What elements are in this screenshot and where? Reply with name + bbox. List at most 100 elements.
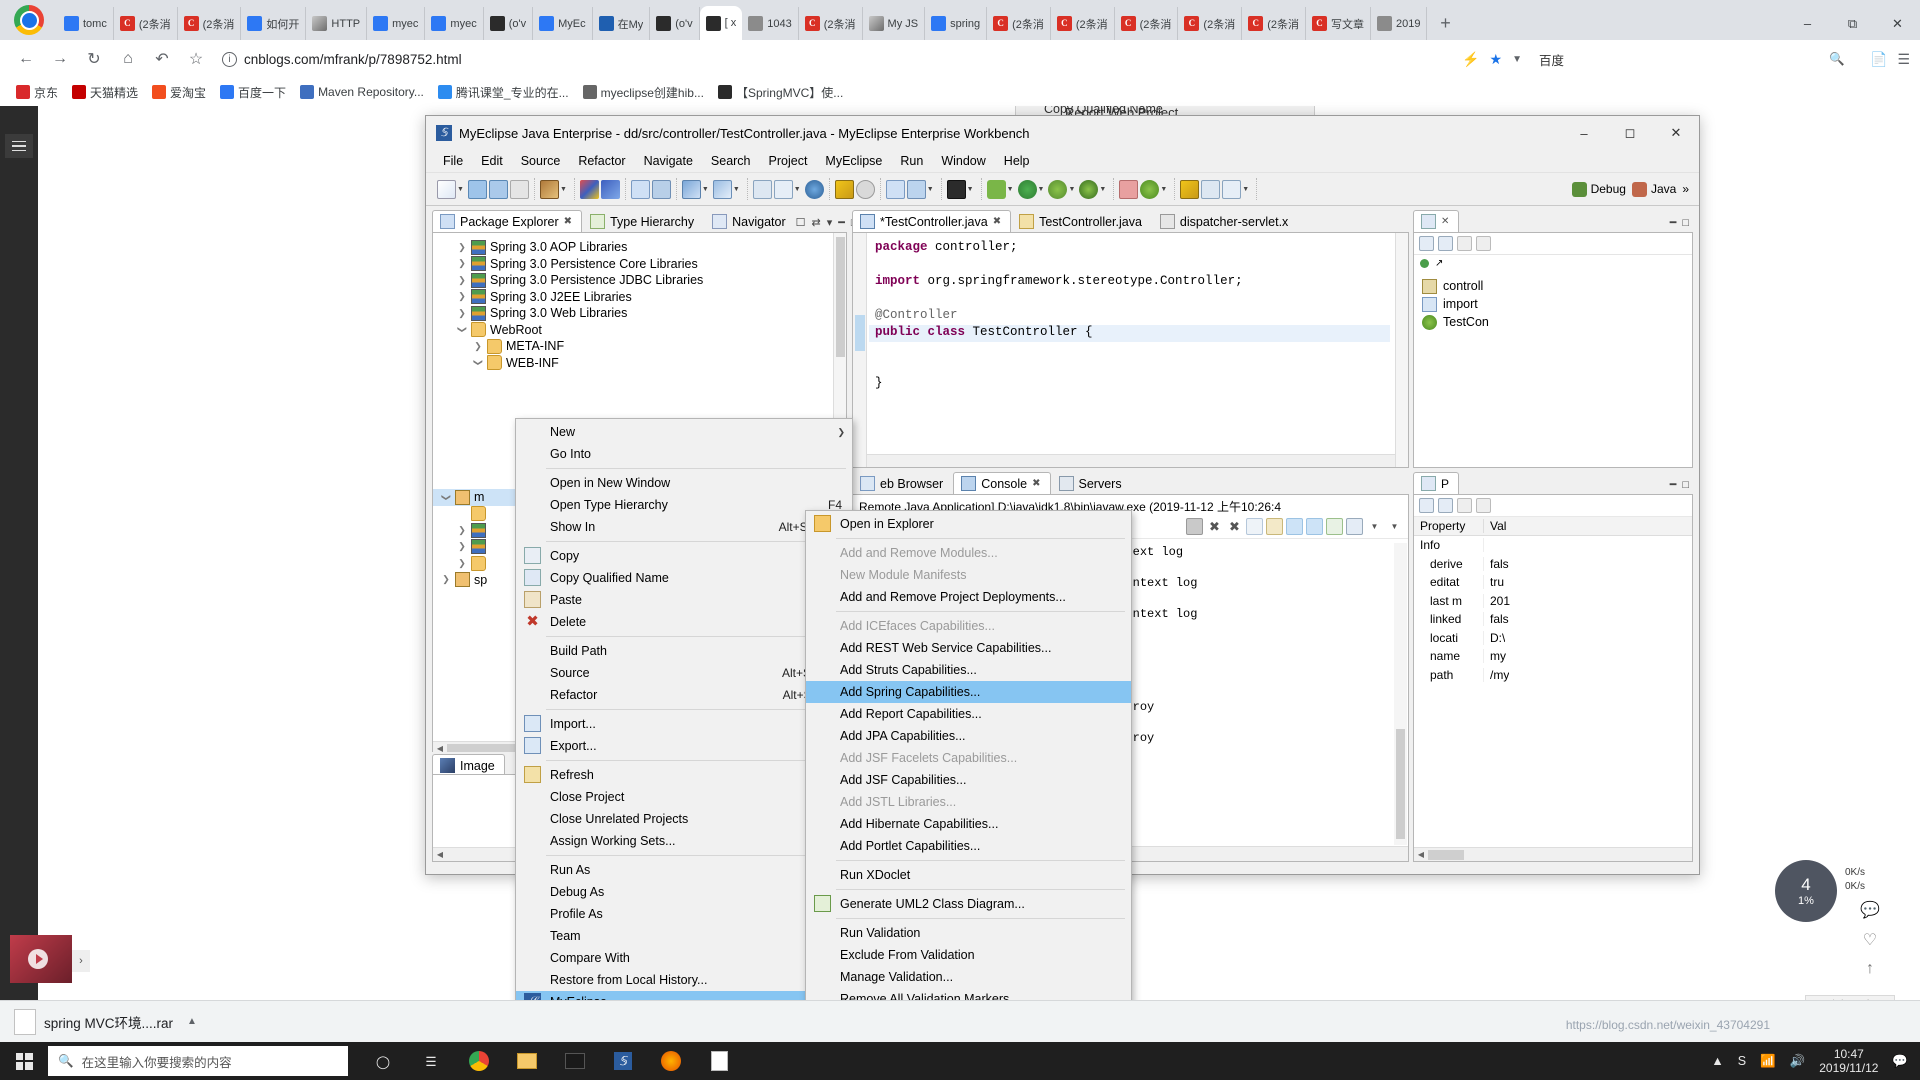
externaltools-icon[interactable] xyxy=(773,179,793,199)
close-button[interactable]: ✕ xyxy=(1875,7,1920,40)
tab-properties[interactable]: P xyxy=(1413,472,1460,494)
maximize-button[interactable]: ⧉ xyxy=(1830,7,1875,40)
run-history-icon[interactable] xyxy=(1048,179,1068,199)
open-type-dropdown-icon[interactable]: ▼ xyxy=(702,186,709,193)
menu-item-add-spring-capabilities[interactable]: Add Spring Capabilities... xyxy=(806,681,1131,703)
browser-tab[interactable]: C (2条消 xyxy=(1051,7,1115,40)
properties-minimize-icon[interactable]: ━ xyxy=(1670,478,1677,491)
eclipse-close-button[interactable]: ✕ xyxy=(1653,116,1699,150)
menu-item-add-rest-web-service-capabilities[interactable]: Add REST Web Service Capabilities... xyxy=(806,637,1131,659)
bookmark-item[interactable]: 天猫精选 xyxy=(66,82,144,103)
browser-tab[interactable]: myec xyxy=(367,7,426,40)
sort-icon[interactable] xyxy=(1419,236,1434,251)
pdf-icon[interactable]: 📄 xyxy=(1870,51,1887,68)
browser-menu-icon[interactable]: ☰ xyxy=(1897,51,1910,68)
tab-close-icon[interactable]: ✖ xyxy=(564,216,572,227)
menu-help[interactable]: Help xyxy=(995,152,1039,170)
menu-myeclipse[interactable]: MyEclipse xyxy=(816,152,891,170)
browser-tab[interactable]: 2019 xyxy=(1371,7,1428,40)
editor-horizontal-scrollbar[interactable] xyxy=(867,454,1395,467)
browser-tab[interactable]: C 写文章 xyxy=(1306,7,1371,40)
new-icon[interactable] xyxy=(437,179,456,199)
console-dropdown-icon[interactable]: ▼ xyxy=(1366,518,1383,535)
tab-close-icon[interactable]: ✖ xyxy=(993,216,1001,227)
menu-item-assign-working-sets[interactable]: Assign Working Sets... xyxy=(516,830,852,852)
properties-pin-icon[interactable] xyxy=(1476,498,1491,513)
menu-search[interactable]: Search xyxy=(702,152,760,170)
profile-dropdown-icon[interactable]: ▼ xyxy=(1099,186,1106,193)
menu-item-profile-as[interactable]: Profile As❯ xyxy=(516,903,852,925)
outline-maximize-icon[interactable]: □ xyxy=(1682,217,1689,229)
chevron-right-icon[interactable]: ❯ xyxy=(457,525,467,536)
search-box[interactable]: 百度 🔍 xyxy=(1524,46,1854,72)
browser-tab[interactable]: myec xyxy=(425,7,484,40)
chevron-down-icon[interactable]: ❯ xyxy=(441,492,452,502)
link-editor-icon[interactable]: ⇄ xyxy=(812,216,821,229)
bookmark-item[interactable]: 爱淘宝 xyxy=(146,82,212,103)
forward-icon[interactable]: → xyxy=(44,43,76,75)
browser-tab[interactable]: C (2条消 xyxy=(1242,7,1306,40)
chevron-down-icon[interactable]: ❯ xyxy=(473,358,484,368)
chevron-down-icon[interactable]: ▼ xyxy=(1512,54,1522,65)
browser-tab[interactable]: (o'v xyxy=(650,7,700,40)
tab-navigator[interactable]: Navigator xyxy=(704,210,796,232)
profile-icon[interactable] xyxy=(1079,179,1099,199)
refresh-run-dropdown-icon[interactable]: ▼ xyxy=(1160,186,1167,193)
properties-row[interactable]: last m 201 xyxy=(1414,592,1692,611)
chevron-right-icon[interactable]: ❯ xyxy=(441,574,451,585)
chevron-right-icon[interactable]: ❯ xyxy=(457,541,467,552)
menu-item-debug-as[interactable]: Debug As❯ xyxy=(516,881,852,903)
bookmark-item[interactable]: 腾讯课堂_专业的在... xyxy=(432,82,575,103)
record-icon[interactable] xyxy=(946,179,966,199)
open-resource-icon[interactable] xyxy=(1180,179,1200,199)
run-history-dropdown-icon[interactable]: ▼ xyxy=(1068,186,1075,193)
outline-close-icon[interactable]: ✕ xyxy=(1441,216,1449,227)
debug-icon[interactable] xyxy=(986,179,1006,199)
menu-run[interactable]: Run xyxy=(891,152,932,170)
menu-item-generate-uml2-class-diagram[interactable]: Generate UML2 Class Diagram... xyxy=(806,893,1131,915)
save-icon[interactable] xyxy=(467,179,487,199)
webapp-dropdown-icon[interactable]: ▼ xyxy=(927,186,934,193)
properties-row[interactable]: derive fals xyxy=(1414,555,1692,574)
chevron-right-icon[interactable]: ❯ xyxy=(457,242,467,253)
properties-filter-icon[interactable] xyxy=(1438,498,1453,513)
taskbar-search[interactable]: 🔍 在这里输入你要搜索的内容 xyxy=(48,1046,348,1076)
menu-item-go-into[interactable]: Go Into xyxy=(516,443,852,465)
menu-item-add-report-capabilities[interactable]: Add Report Capabilities... xyxy=(806,703,1131,725)
site-info-icon[interactable]: i xyxy=(222,51,237,67)
like-icon[interactable]: ♡ xyxy=(1863,930,1877,950)
menu-item-add-jsf-capabilities[interactable]: Add JSF Capabilities... xyxy=(806,769,1131,791)
browser-tab[interactable]: C (2条消 xyxy=(178,7,242,40)
properties-row[interactable]: path/my xyxy=(1414,666,1692,685)
menu-item-open-type-hierarchy[interactable]: Open Type Hierarchy F4 xyxy=(516,494,852,516)
properties-row[interactable]: linked fals xyxy=(1414,610,1692,629)
bookmark-item[interactable]: myeclipse创建hib... xyxy=(577,82,710,103)
ant-icon[interactable] xyxy=(1119,179,1139,199)
properties-sort-icon[interactable] xyxy=(1419,498,1434,513)
menu-item-compare-with[interactable]: Compare With❯ xyxy=(516,947,852,969)
properties-row[interactable]: locati D:\ xyxy=(1414,629,1692,648)
browser-tab[interactable]: MyEc xyxy=(533,7,593,40)
properties-row[interactable]: editat tru xyxy=(1414,573,1692,592)
browser-tab[interactable]: My JS xyxy=(863,7,926,40)
view-menu-icon[interactable]: ▾ xyxy=(827,216,833,229)
search-type-dropdown-icon[interactable]: ▼ xyxy=(733,186,740,193)
menu-item-import[interactable]: Import... xyxy=(516,713,852,735)
save-all-icon[interactable] xyxy=(488,179,508,199)
properties-restore-icon[interactable] xyxy=(1457,498,1472,513)
annotate-icon[interactable] xyxy=(1222,179,1242,199)
browser-tab[interactable]: spring xyxy=(925,7,988,40)
run-icon[interactable] xyxy=(1017,179,1037,199)
bookmark-item[interactable]: Maven Repository... xyxy=(294,83,430,101)
browser-tab[interactable]: [ x xyxy=(699,6,743,40)
tab-close-icon[interactable]: ✖ xyxy=(1032,478,1040,489)
menu-edit[interactable]: Edit xyxy=(472,152,512,170)
open-console-icon[interactable] xyxy=(1326,518,1343,535)
menu-item-close-unrelated-projects[interactable]: Close Unrelated Projects xyxy=(516,808,852,830)
chevron-right-icon[interactable]: ❯ xyxy=(457,558,467,569)
search-type-icon[interactable] xyxy=(712,179,732,199)
cortana-icon[interactable]: ◯ xyxy=(360,1042,406,1080)
menu-item-new[interactable]: New ❯ xyxy=(516,421,852,443)
taskbar-clock[interactable]: 10:47 2019/11/12 xyxy=(1819,1047,1878,1075)
notifications-icon[interactable]: 💬 xyxy=(1892,1054,1908,1069)
